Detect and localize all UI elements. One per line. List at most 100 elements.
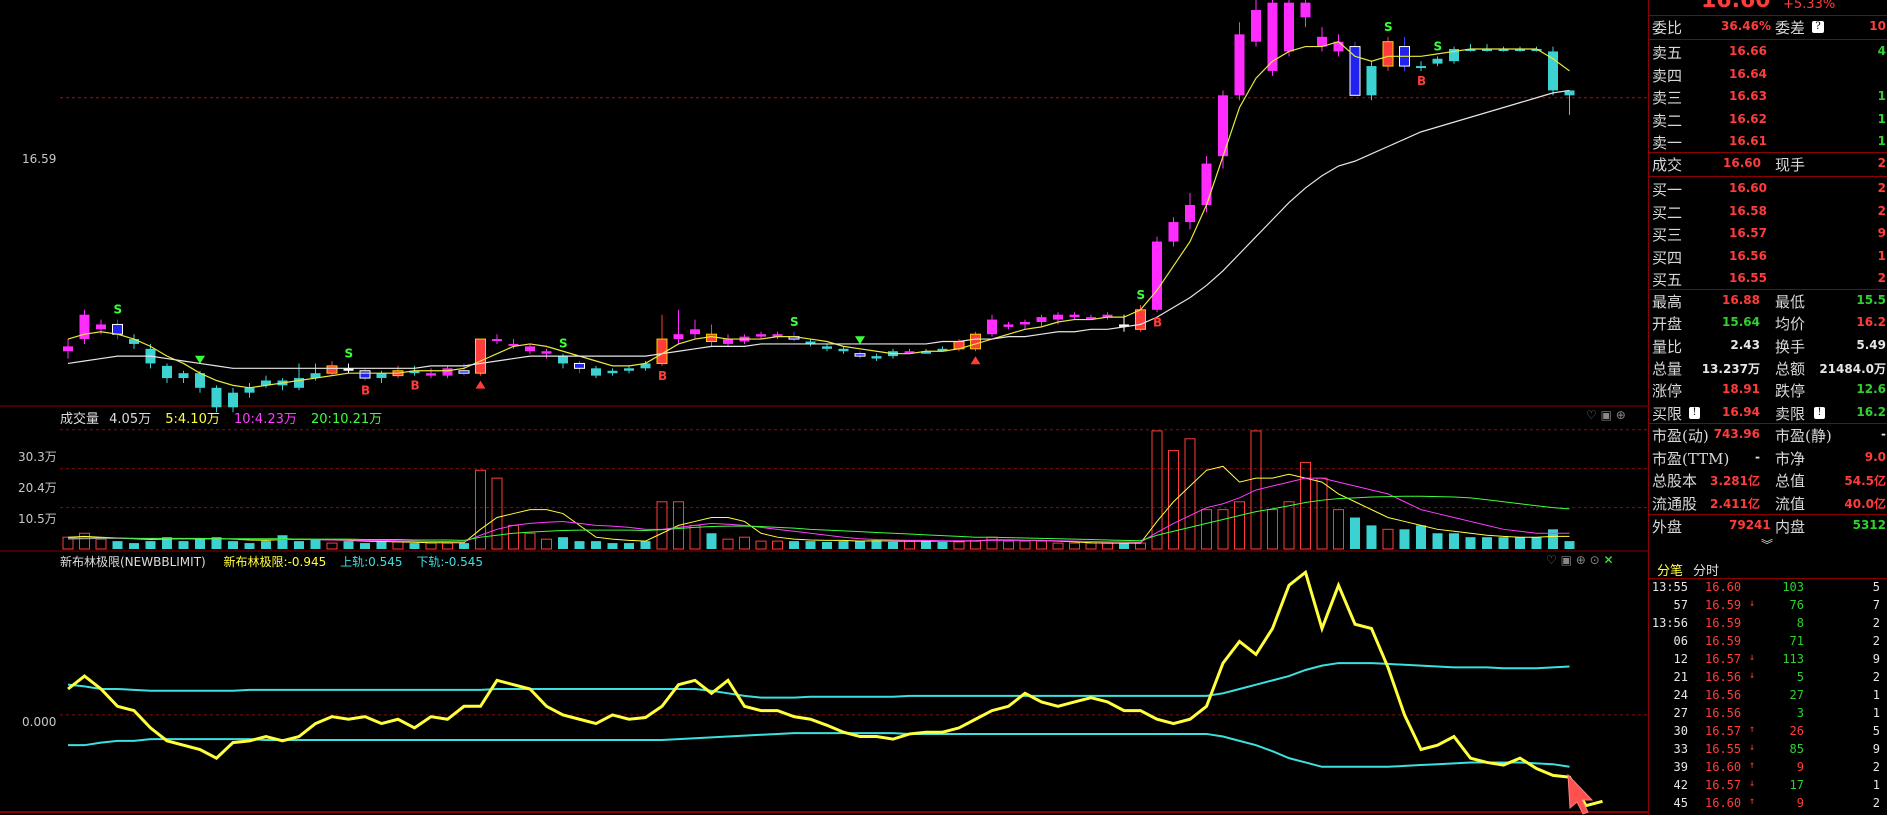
volume-bar — [294, 541, 304, 549]
candle — [492, 339, 502, 342]
ask-row[interactable]: 卖五 16.66 4 — [1649, 41, 1887, 63]
volume-panel-title: 成交量 4.05万 5:4.10万 10:4.23万 20:10.21万 — [60, 408, 392, 427]
stat-label: 开盘 — [1652, 315, 1683, 334]
volume-title: 成交量 — [60, 412, 100, 427]
ref-price-label: 16.59 — [22, 152, 57, 166]
candle — [525, 346, 535, 352]
tick-row: 12 16.57 ↓ 113 9 — [1649, 651, 1887, 669]
tick-price: 16.57 — [1705, 778, 1742, 792]
tick-arrow: ↓ — [1749, 652, 1756, 663]
ask-row[interactable]: 卖三 16.63 1 — [1649, 86, 1887, 108]
candle — [376, 373, 387, 379]
candle — [822, 346, 832, 349]
volume-bar — [789, 541, 799, 549]
candle — [756, 334, 766, 337]
volume-bar — [1052, 542, 1064, 550]
stat-row: 买限! 16.94 卖限! 16.2 — [1649, 402, 1887, 424]
bid-label: 买三 — [1652, 226, 1683, 244]
volume-bar — [409, 543, 420, 549]
candle — [1069, 314, 1080, 318]
expand-icon[interactable]: ︾ — [1761, 536, 1773, 553]
volume-bar — [640, 541, 651, 549]
ask-row[interactable]: 卖二 16.62 1 — [1649, 109, 1887, 131]
bid-row[interactable]: 买五 16.55 2 — [1649, 268, 1887, 290]
trade-price: 16.60 — [1723, 156, 1761, 170]
ask-price: 16.61 — [1729, 134, 1767, 148]
volume-bar — [95, 538, 107, 550]
tick-arrow: ↓ — [1749, 670, 1756, 681]
ask-row[interactable]: 卖四 16.64 — [1649, 64, 1887, 86]
tick-time: 42 — [1673, 778, 1688, 792]
indicator-panel-tools[interactable]: ♡ ▣ ⊕ ⊙ ✕ — [1546, 553, 1614, 567]
ask-row[interactable]: 卖一 16.61 1 — [1649, 131, 1887, 153]
wb-value: 36.46% — [1721, 19, 1771, 33]
bid-row[interactable]: 买三 16.57 9 — [1649, 223, 1887, 245]
tick-price: 16.60 — [1705, 760, 1742, 774]
volume-bar — [1531, 537, 1542, 549]
volume-bar — [425, 542, 437, 550]
volume-tick-2: 20.4万 — [18, 481, 57, 495]
close-icon[interactable]: ✕ — [1603, 553, 1613, 567]
fin-label: 总股本 — [1652, 472, 1698, 490]
volume-bar — [541, 538, 552, 550]
tick-time: 12 — [1673, 652, 1688, 666]
stat-label2: 均价 — [1775, 315, 1806, 334]
tick-vol: 27 — [1789, 688, 1804, 702]
volume-bar — [755, 540, 767, 550]
volume-bar — [1102, 542, 1113, 550]
tick-vol: 8 — [1796, 616, 1804, 630]
tick-row: 45 16.60 ↑ 9 2 — [1649, 795, 1887, 813]
candle — [1185, 205, 1195, 223]
bid-vol: 2 — [1877, 203, 1886, 218]
fin-value: 3.281亿 — [1710, 474, 1760, 488]
fin-label: 市盈(动) — [1652, 427, 1709, 445]
tick-time: 21 — [1673, 670, 1688, 684]
stat-label2: 最低 — [1775, 293, 1806, 311]
bid-vol: 2 — [1877, 181, 1886, 195]
bid-row[interactable]: 买二 16.58 2 — [1649, 201, 1887, 223]
wc-label: 委差 — [1775, 19, 1806, 37]
inner-value: 5312 — [1852, 518, 1886, 532]
tab-timeshare[interactable]: 分时 — [1693, 560, 1719, 579]
tick-row: 13:56 16.59 8 2 — [1649, 615, 1887, 633]
tick-price: 16.56 — [1705, 688, 1742, 702]
candle — [1036, 317, 1047, 322]
buy-marker: B — [658, 369, 667, 383]
tick-row: 21 16.56 ↓ 5 2 — [1649, 669, 1887, 687]
bid-row[interactable]: 买四 16.56 1 — [1649, 246, 1887, 268]
volume-bar — [1184, 438, 1196, 550]
tick-vol: 85 — [1789, 742, 1804, 756]
order-ratio-row: 委比 36.46% 委差 ? 10 — [1649, 16, 1887, 38]
tab-ticks[interactable]: 分笔 — [1657, 560, 1683, 579]
ask-vol: 1 — [1877, 134, 1886, 148]
ask-label: 卖四 — [1652, 66, 1683, 85]
help-icon[interactable]: ? — [1812, 21, 1824, 33]
fin-value: - — [1755, 449, 1760, 464]
ask-vol: 4 — [1877, 44, 1886, 58]
bid-vol: 1 — [1877, 248, 1886, 263]
volume-bar — [277, 535, 288, 549]
ask-price: 16.64 — [1729, 66, 1767, 81]
candle — [1300, 2, 1311, 18]
volume-bar — [1085, 542, 1097, 550]
bid-price: 16.56 — [1729, 248, 1767, 263]
volume-bar — [1465, 537, 1476, 549]
indicator-title: 新布林极限(NEWBBLIMIT) — [60, 555, 206, 569]
volume-ma5: 5:4.10万 — [165, 412, 220, 427]
volume-bar — [574, 541, 585, 549]
buy-marker: B — [1153, 315, 1162, 329]
tick-vol: 76 — [1789, 598, 1804, 612]
tick-arrow: ↓ — [1749, 778, 1756, 789]
volume-bar — [392, 541, 404, 550]
tick-price: 16.57 — [1705, 652, 1742, 666]
volume-bar — [1003, 540, 1014, 550]
volume-bar — [1548, 529, 1558, 549]
volume-panel-tools[interactable]: ♡ ▣ ⊕ — [1586, 408, 1626, 422]
tick-time: 45 — [1673, 796, 1688, 810]
volume-ma10-line — [67, 477, 1570, 543]
bid-row[interactable]: 买一 16.60 2 — [1649, 178, 1887, 200]
candle — [574, 362, 585, 369]
volume-bar — [805, 541, 816, 549]
volume-bar — [195, 539, 205, 549]
tick-count: 5 — [1872, 724, 1880, 738]
